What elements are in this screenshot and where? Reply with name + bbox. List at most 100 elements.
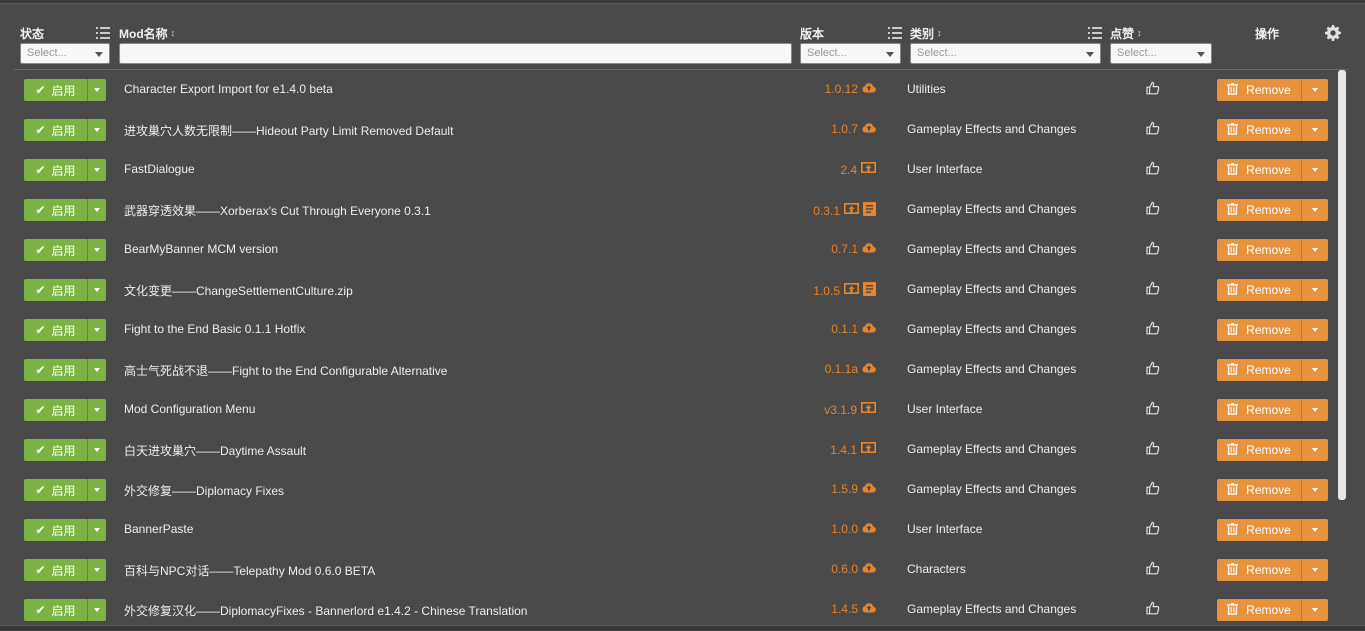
enable-button[interactable]: ✔ 启用 [24, 399, 87, 421]
remove-dropdown-button[interactable] [1301, 319, 1328, 341]
enable-dropdown-button[interactable] [87, 239, 106, 261]
enable-dropdown-button[interactable] [87, 399, 106, 421]
remove-button[interactable]: Remove [1217, 439, 1301, 461]
status-filter-select[interactable]: Select... [20, 43, 110, 64]
cloud-icon[interactable] [862, 122, 876, 136]
thumbs-up-icon[interactable] [1146, 161, 1160, 175]
enable-button[interactable]: ✔ 启用 [24, 79, 87, 101]
column-list-icon[interactable] [1088, 27, 1102, 39]
thumbs-up-icon[interactable] [1146, 121, 1160, 135]
likes-filter-select[interactable]: Select... [1110, 43, 1212, 64]
remove-button[interactable]: Remove [1217, 599, 1301, 621]
remove-button-group[interactable]: Remove [1217, 479, 1328, 501]
enable-button[interactable]: ✔ 启用 [24, 359, 87, 381]
cloud-icon[interactable] [862, 602, 876, 616]
cloud-icon[interactable] [862, 522, 876, 536]
remove-button-group[interactable]: Remove [1217, 439, 1328, 461]
enable-button-group[interactable]: ✔ 启用 [24, 359, 106, 381]
header-category[interactable]: 类别 ↕ [910, 24, 942, 42]
enable-button[interactable]: ✔ 启用 [24, 439, 87, 461]
cloud-icon[interactable] [862, 242, 876, 256]
remove-dropdown-button[interactable] [1301, 239, 1328, 261]
remove-button-group[interactable]: Remove [1217, 79, 1328, 101]
remove-button[interactable]: Remove [1217, 159, 1301, 181]
version-filter-select[interactable]: Select... [800, 43, 901, 64]
remove-button-group[interactable]: Remove [1217, 159, 1328, 181]
upload-box-icon[interactable] [844, 282, 859, 299]
remove-button-group[interactable]: Remove [1217, 319, 1328, 341]
remove-button[interactable]: Remove [1217, 399, 1301, 421]
enable-button[interactable]: ✔ 启用 [24, 239, 87, 261]
gear-icon[interactable] [1325, 25, 1341, 41]
enable-dropdown-button[interactable] [87, 119, 106, 141]
cloud-icon[interactable] [862, 322, 876, 336]
remove-dropdown-button[interactable] [1301, 79, 1328, 101]
enable-button[interactable]: ✔ 启用 [24, 519, 87, 541]
thumbs-up-icon[interactable] [1146, 601, 1160, 615]
remove-dropdown-button[interactable] [1301, 479, 1328, 501]
remove-button-group[interactable]: Remove [1217, 199, 1328, 221]
enable-button-group[interactable]: ✔ 启用 [24, 599, 106, 621]
enable-button-group[interactable]: ✔ 启用 [24, 439, 106, 461]
remove-button-group[interactable]: Remove [1217, 239, 1328, 261]
upload-box-icon[interactable] [861, 402, 876, 418]
document-icon[interactable] [863, 202, 876, 219]
enable-dropdown-button[interactable] [87, 519, 106, 541]
remove-button-group[interactable]: Remove [1217, 519, 1328, 541]
enable-button[interactable]: ✔ 启用 [24, 279, 87, 301]
enable-dropdown-button[interactable] [87, 319, 106, 341]
enable-button[interactable]: ✔ 启用 [24, 319, 87, 341]
enable-button-group[interactable]: ✔ 启用 [24, 519, 106, 541]
enable-dropdown-button[interactable] [87, 279, 106, 301]
upload-box-icon[interactable] [861, 442, 876, 458]
enable-button-group[interactable]: ✔ 启用 [24, 159, 106, 181]
enable-button[interactable]: ✔ 启用 [24, 479, 87, 501]
enable-button-group[interactable]: ✔ 启用 [24, 319, 106, 341]
thumbs-up-icon[interactable] [1146, 561, 1160, 575]
enable-button-group[interactable]: ✔ 启用 [24, 119, 106, 141]
thumbs-up-icon[interactable] [1146, 241, 1160, 255]
remove-button[interactable]: Remove [1217, 479, 1301, 501]
category-filter-select[interactable]: Select... [910, 43, 1101, 64]
remove-dropdown-button[interactable] [1301, 199, 1328, 221]
enable-dropdown-button[interactable] [87, 479, 106, 501]
remove-button[interactable]: Remove [1217, 199, 1301, 221]
enable-button-group[interactable]: ✔ 启用 [24, 559, 106, 581]
remove-dropdown-button[interactable] [1301, 559, 1328, 581]
thumbs-up-icon[interactable] [1146, 81, 1160, 95]
mod-name-filter-input[interactable] [119, 43, 792, 64]
enable-button[interactable]: ✔ 启用 [24, 599, 87, 621]
cloud-icon[interactable] [862, 482, 876, 496]
thumbs-up-icon[interactable] [1146, 481, 1160, 495]
remove-button[interactable]: Remove [1217, 279, 1301, 301]
remove-button-group[interactable]: Remove [1217, 559, 1328, 581]
enable-button[interactable]: ✔ 启用 [24, 159, 87, 181]
column-list-icon[interactable] [888, 27, 902, 39]
remove-button[interactable]: Remove [1217, 359, 1301, 381]
cloud-icon[interactable] [862, 562, 876, 576]
thumbs-up-icon[interactable] [1146, 401, 1160, 415]
remove-button[interactable]: Remove [1217, 239, 1301, 261]
remove-button[interactable]: Remove [1217, 119, 1301, 141]
enable-button-group[interactable]: ✔ 启用 [24, 399, 106, 421]
header-status[interactable]: 状态 [20, 24, 44, 42]
remove-button[interactable]: Remove [1217, 79, 1301, 101]
thumbs-up-icon[interactable] [1146, 441, 1160, 455]
remove-dropdown-button[interactable] [1301, 519, 1328, 541]
remove-button-group[interactable]: Remove [1217, 599, 1328, 621]
enable-button-group[interactable]: ✔ 启用 [24, 199, 106, 221]
enable-button[interactable]: ✔ 启用 [24, 119, 87, 141]
remove-dropdown-button[interactable] [1301, 439, 1328, 461]
header-mod-name[interactable]: Mod名称 ↕ [119, 24, 175, 42]
enable-dropdown-button[interactable] [87, 199, 106, 221]
remove-button-group[interactable]: Remove [1217, 119, 1328, 141]
scrollbar[interactable] [1338, 70, 1346, 500]
upload-box-icon[interactable] [861, 162, 876, 178]
enable-dropdown-button[interactable] [87, 159, 106, 181]
remove-button-group[interactable]: Remove [1217, 359, 1328, 381]
column-list-icon[interactable] [96, 27, 110, 39]
remove-button-group[interactable]: Remove [1217, 279, 1328, 301]
remove-dropdown-button[interactable] [1301, 399, 1328, 421]
remove-button[interactable]: Remove [1217, 559, 1301, 581]
header-likes[interactable]: 点赞 ↕ [1110, 24, 1142, 42]
